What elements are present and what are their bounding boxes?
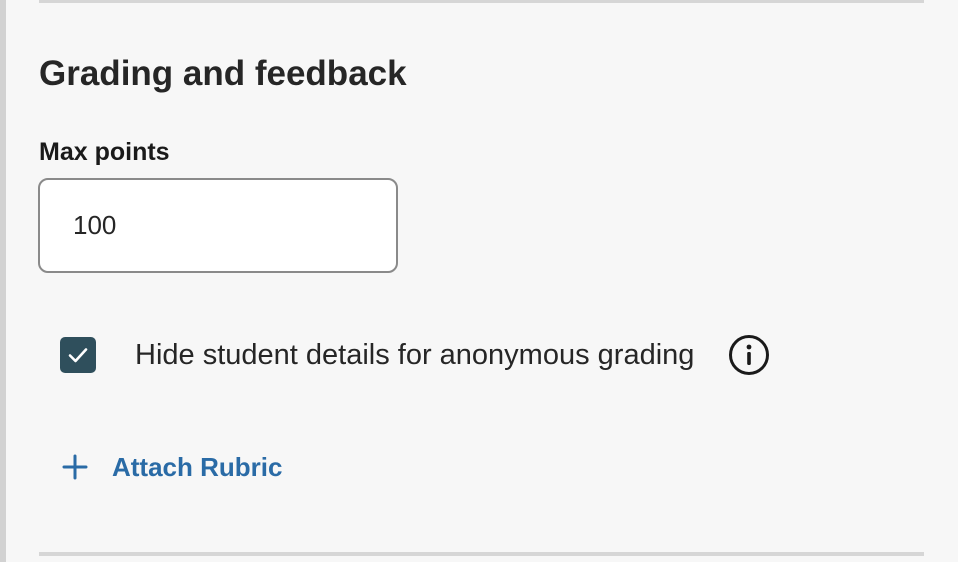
attach-rubric-label: Attach Rubric (112, 452, 283, 482)
bottom-divider (39, 552, 924, 556)
max-points-label: Max points (39, 138, 170, 166)
anonymous-grading-label: Hide student details for anonymous gradi… (135, 339, 695, 371)
grading-feedback-panel: Grading and feedback Max points Hide stu… (0, 0, 958, 562)
panel-left-border (0, 0, 6, 562)
attach-rubric-button[interactable]: Attach Rubric (62, 449, 282, 485)
checkmark-icon (68, 348, 88, 363)
top-divider (39, 0, 924, 3)
section-title: Grading and feedback (39, 54, 407, 93)
max-points-input[interactable] (38, 178, 398, 273)
plus-icon (62, 454, 88, 480)
info-circle-icon (729, 335, 770, 375)
anonymous-grading-option: Hide student details for anonymous gradi… (60, 332, 770, 378)
info-icon[interactable] (728, 334, 770, 376)
anonymous-grading-checkbox[interactable] (60, 337, 96, 373)
